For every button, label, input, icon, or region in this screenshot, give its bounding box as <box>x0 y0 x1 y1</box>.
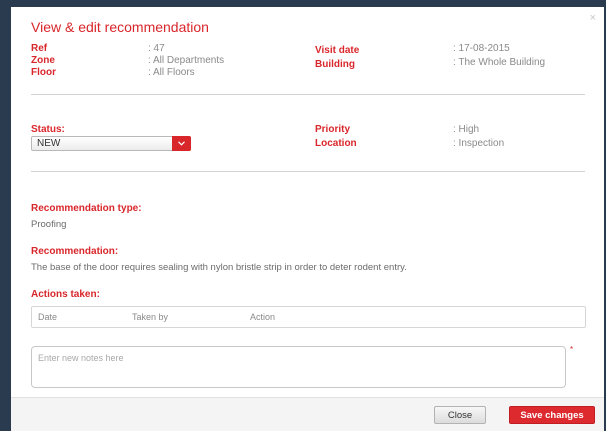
ref-value: : 47 <box>148 43 165 54</box>
location-value: : Inspection <box>453 138 505 149</box>
table-header-date: Date <box>38 312 58 322</box>
status-selected-value: NEW <box>37 138 61 149</box>
chevron-down-icon <box>178 141 185 146</box>
recommendation-type-label: Recommendation type: <box>31 203 142 214</box>
notes-input[interactable] <box>31 346 566 388</box>
status-label: Status: <box>31 124 65 135</box>
building-label: Building <box>315 59 355 70</box>
actions-taken-label: Actions taken: <box>31 289 100 300</box>
status-dropdown[interactable]: NEW <box>31 136 191 151</box>
floor-label: Floor <box>31 67 56 78</box>
recommendation-modal: × View & edit recommendation Ref : 47 Zo… <box>11 7 604 431</box>
priority-label: Priority <box>315 124 351 135</box>
zone-value: : All Departments <box>148 55 225 66</box>
table-header-taken-by: Taken by <box>132 312 169 322</box>
building-value: : The Whole Building <box>453 57 546 68</box>
dropdown-caret[interactable] <box>172 136 191 151</box>
recommendation-type-value: Proofing <box>31 219 67 230</box>
recommendation-text: The base of the door requires sealing wi… <box>31 262 407 273</box>
priority-value: : High <box>453 124 480 135</box>
zone-label: Zone <box>31 55 55 66</box>
close-icon[interactable]: × <box>590 13 596 24</box>
divider <box>31 171 585 172</box>
required-marker: * <box>570 345 574 354</box>
save-changes-button[interactable]: Save changes <box>509 406 595 424</box>
actions-table: Date Taken by Action <box>31 306 586 328</box>
divider <box>31 94 585 95</box>
recommendation-label: Recommendation: <box>31 246 119 257</box>
modal-footer: Close Save changes <box>11 397 604 431</box>
location-label: Location <box>315 138 357 149</box>
table-header-action: Action <box>250 312 276 322</box>
floor-value: : All Floors <box>148 67 195 78</box>
ref-label: Ref <box>31 43 48 54</box>
modal-title: View & edit recommendation <box>31 19 209 35</box>
visit-date-value: : 17-08-2015 <box>453 43 510 54</box>
close-button[interactable]: Close <box>434 406 486 424</box>
visit-date-label: Visit date <box>315 45 360 56</box>
